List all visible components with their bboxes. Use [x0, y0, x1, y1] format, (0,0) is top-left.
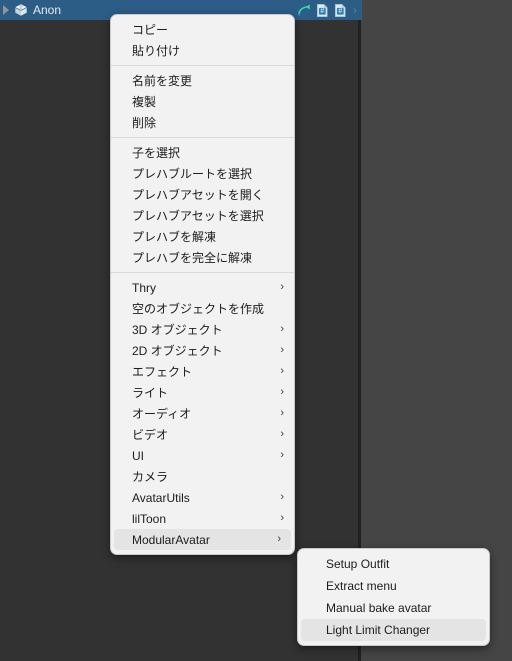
submenu-item-light-limit-changer[interactable]: Light Limit Changer: [301, 619, 486, 641]
menu-item-3d-object[interactable]: 3D オブジェクト ›: [111, 319, 294, 340]
prefab-cube-icon: [15, 4, 27, 16]
menu-group: コピー 貼り付け: [111, 19, 294, 61]
menu-group: 子を選択 プレハブルートを選択 プレハブアセットを開く プレハブアセットを選択 …: [111, 142, 294, 268]
menu-item-label: Thry: [132, 280, 156, 295]
menu-item-copy[interactable]: コピー: [111, 19, 294, 40]
menu-item-camera[interactable]: カメラ: [111, 466, 294, 487]
menu-item-label: lilToon: [132, 511, 167, 526]
menu-item-modularavatar[interactable]: ModularAvatar ›: [114, 529, 291, 550]
chevron-right-icon: ›: [280, 323, 284, 335]
chevron-right-icon: ›: [280, 428, 284, 440]
menu-item-audio[interactable]: オーディオ ›: [111, 403, 294, 424]
menu-item-label: 3D オブジェクト: [132, 323, 223, 337]
menu-separator: [111, 65, 294, 66]
menu-item-label: 名前を変更: [132, 74, 193, 88]
triangle-right-icon[interactable]: [3, 5, 9, 15]
menu-item-label: ModularAvatar: [132, 532, 210, 547]
chevron-right-icon: ›: [280, 281, 284, 293]
menu-item-2d-object[interactable]: 2D オブジェクト ›: [111, 340, 294, 361]
prefab-asset-icon-2[interactable]: #: [333, 3, 348, 18]
menu-item-liltoon[interactable]: lilToon ›: [111, 508, 294, 529]
chevron-right-icon: ›: [280, 344, 284, 356]
chevron-right-icon: ›: [280, 365, 284, 377]
menu-item-label: ライト: [132, 386, 169, 400]
prefab-override-arrow-icon[interactable]: [297, 3, 312, 18]
menu-item-ui[interactable]: UI ›: [111, 445, 294, 466]
svg-text:#: #: [320, 8, 324, 15]
menu-item-label: プレハブルートを選択: [132, 167, 253, 181]
menu-item-label: ビデオ: [132, 428, 169, 442]
chevron-right-icon: ›: [280, 491, 284, 503]
menu-item-label: カメラ: [132, 470, 169, 484]
menu-item-thry[interactable]: Thry ›: [111, 277, 294, 298]
menu-item-label: プレハブアセットを開く: [132, 188, 264, 202]
menu-item-label: 空のオブジェクトを作成: [132, 302, 265, 316]
menu-item-label: 貼り付け: [132, 44, 181, 58]
menu-item-rename[interactable]: 名前を変更: [111, 70, 294, 91]
context-menu[interactable]: コピー 貼り付け 名前を変更 複製 削除 子を選択 プレハブルートを選択 プレハ…: [110, 14, 295, 555]
menu-item-label: 複製: [132, 95, 157, 109]
menu-item-select-children[interactable]: 子を選択: [111, 142, 294, 163]
menu-item-label: コピー: [132, 23, 169, 37]
menu-item-video[interactable]: ビデオ ›: [111, 424, 294, 445]
svg-text:#: #: [338, 8, 342, 15]
submenu-modularavatar[interactable]: Setup Outfit Extract menu Manual bake av…: [297, 548, 490, 646]
menu-separator: [111, 272, 294, 273]
menu-item-create-empty[interactable]: 空のオブジェクトを作成: [111, 298, 294, 319]
menu-item-label: プレハブを解凍: [132, 230, 217, 244]
submenu-item-setup-outfit[interactable]: Setup Outfit: [298, 553, 489, 575]
menu-item-label: AvatarUtils: [132, 490, 190, 505]
menu-item-light[interactable]: ライト ›: [111, 382, 294, 403]
menu-item-unpack-prefab-completely[interactable]: プレハブを完全に解凍: [111, 247, 294, 268]
menu-item-label: プレハブを完全に解凍: [132, 251, 253, 265]
menu-item-label: UI: [132, 448, 144, 463]
menu-item-label: Manual bake avatar: [326, 601, 432, 615]
chevron-right-icon: ›: [280, 449, 284, 461]
menu-group: Thry › 空のオブジェクトを作成 3D オブジェクト › 2D オブジェクト…: [111, 277, 294, 550]
menu-item-paste[interactable]: 貼り付け: [111, 40, 294, 61]
chevron-right-icon: ›: [280, 386, 284, 398]
menu-item-label: Extract menu: [326, 579, 397, 593]
chevron-right-icon: ›: [280, 512, 284, 524]
menu-item-select-prefab-root[interactable]: プレハブルートを選択: [111, 163, 294, 184]
menu-item-label: プレハブアセットを選択: [132, 209, 264, 223]
menu-group: 名前を変更 複製 削除: [111, 70, 294, 133]
chevron-right-icon[interactable]: ›: [353, 0, 357, 20]
menu-item-avatarutils[interactable]: AvatarUtils ›: [111, 487, 294, 508]
menu-item-delete[interactable]: 削除: [111, 112, 294, 133]
menu-item-label: オーディオ: [132, 407, 192, 421]
menu-item-effects[interactable]: エフェクト ›: [111, 361, 294, 382]
menu-item-label: エフェクト: [132, 365, 193, 379]
chevron-right-icon: ›: [277, 533, 281, 545]
menu-item-label: 2D オブジェクト: [132, 344, 223, 358]
submenu-item-manual-bake-avatar[interactable]: Manual bake avatar: [298, 597, 489, 619]
menu-item-label: Light Limit Changer: [326, 623, 431, 637]
menu-item-duplicate[interactable]: 複製: [111, 91, 294, 112]
menu-separator: [111, 137, 294, 138]
chevron-right-icon: ›: [280, 407, 284, 419]
submenu-item-extract-menu[interactable]: Extract menu: [298, 575, 489, 597]
menu-item-label: 子を選択: [132, 146, 181, 160]
prefab-asset-icon-1[interactable]: #: [315, 3, 330, 18]
menu-item-open-prefab-asset[interactable]: プレハブアセットを開く: [111, 184, 294, 205]
menu-item-label: 削除: [132, 116, 157, 130]
menu-item-label: Setup Outfit: [326, 557, 390, 571]
menu-item-unpack-prefab[interactable]: プレハブを解凍: [111, 226, 294, 247]
menu-item-select-prefab-asset[interactable]: プレハブアセットを選択: [111, 205, 294, 226]
